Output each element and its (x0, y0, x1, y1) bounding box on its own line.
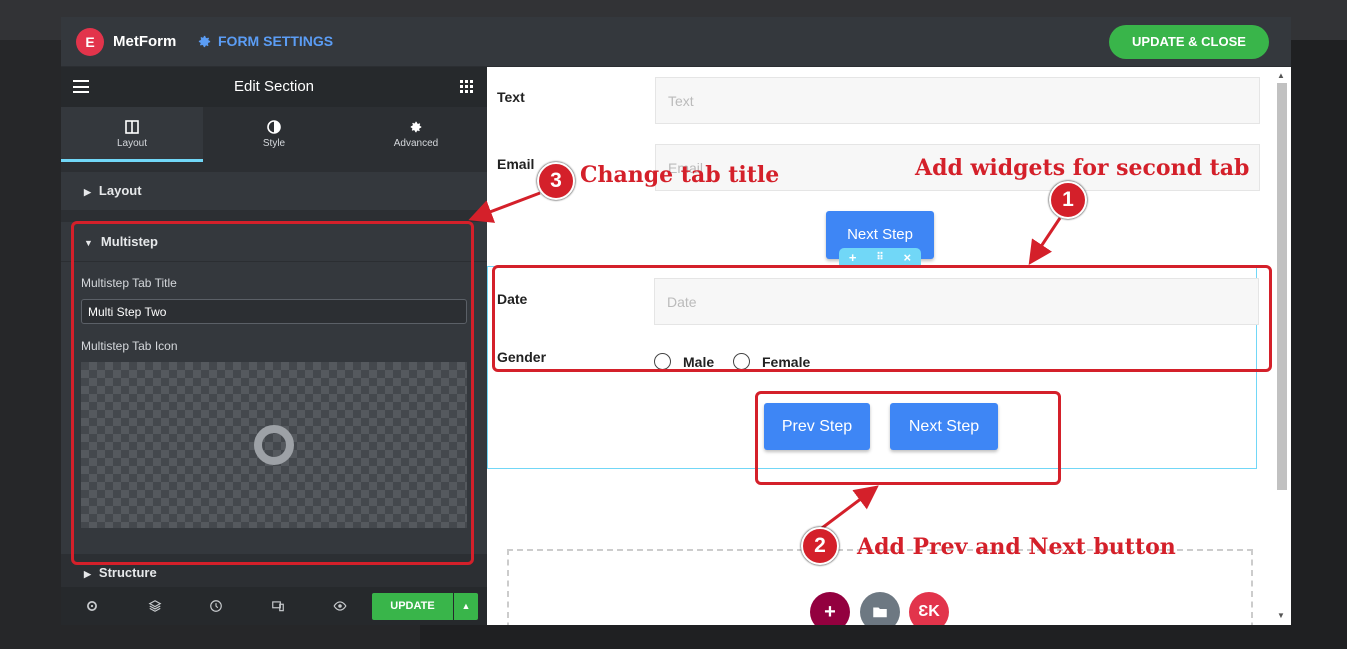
text-field-label: Text (497, 89, 525, 105)
tab-label: Layout (116, 138, 148, 149)
preview-eye-icon[interactable] (333, 599, 347, 613)
layers-icon[interactable] (148, 599, 162, 613)
settings-gear-icon[interactable] (85, 599, 99, 613)
scrollbar-thumb[interactable] (1277, 83, 1287, 490)
history-icon[interactable] (209, 599, 223, 613)
panel-header: Edit Section (61, 67, 487, 107)
panel-footer: UPDATE ▲ (61, 587, 487, 625)
panel-tabs: Layout Style Advanced (61, 107, 487, 162)
panel-title: Edit Section (233, 78, 315, 95)
elementor-logo-icon: E (76, 28, 104, 56)
caret-right-icon: ▶ (84, 187, 91, 197)
modal-header: E MetForm FORM SETTINGS UPDATE & CLOSE (61, 17, 1291, 67)
tab-style[interactable]: Style (203, 107, 345, 162)
email-field-label: Email (497, 156, 535, 172)
layout-icon (125, 120, 139, 134)
section-edit-toolbar: + ⠿ × (839, 248, 921, 266)
highlight-second-tab-widgets (492, 265, 1272, 372)
widgets-grid-icon[interactable] (460, 80, 473, 93)
add-new-section-icon[interactable]: + (810, 592, 850, 625)
responsive-icon[interactable] (271, 599, 285, 613)
annotation-text-one: Add widgets for second tab (915, 155, 1250, 181)
tab-advanced[interactable]: Advanced (345, 107, 487, 162)
template-folder-icon[interactable] (860, 592, 900, 625)
tab-layout[interactable]: Layout (61, 107, 203, 162)
gear-icon (198, 35, 211, 47)
highlight-prev-next-buttons (755, 391, 1061, 485)
form-settings-link[interactable]: FORM SETTINGS (197, 33, 333, 49)
tab-label: Advanced (393, 138, 439, 149)
brand-title: MetForm (113, 33, 177, 50)
annotation-badge-one: 1 (1049, 181, 1087, 219)
section-label: Layout (98, 183, 142, 198)
drag-handle-icon[interactable]: ⠿ (876, 252, 883, 263)
annotation-text-three: Change tab title (580, 162, 780, 188)
scroll-down-arrow-icon[interactable]: ▼ (1277, 611, 1285, 620)
delete-section-icon[interactable]: × (903, 250, 911, 265)
menu-icon[interactable] (73, 80, 89, 93)
text-field-input[interactable]: Text (655, 77, 1260, 124)
annotation-text-two: Add Prev and Next button (857, 534, 1176, 560)
update-close-button[interactable]: UPDATE & CLOSE (1109, 25, 1269, 59)
annotation-badge-three: 3 (537, 162, 575, 200)
elementskit-icon[interactable]: ƐK (909, 592, 949, 625)
section-label: Structure (98, 565, 157, 580)
scroll-up-arrow-icon[interactable]: ▲ (1277, 71, 1285, 80)
style-icon (267, 120, 281, 134)
gear-icon (410, 121, 422, 133)
highlight-multistep-panel (71, 221, 474, 565)
tab-label: Style (262, 138, 286, 149)
annotation-badge-two: 2 (801, 527, 839, 565)
form-settings-label: FORM SETTINGS (218, 33, 334, 49)
update-options-caret-icon[interactable]: ▲ (454, 593, 478, 620)
update-button[interactable]: UPDATE (372, 593, 453, 620)
add-section-icon[interactable]: + (849, 250, 857, 265)
section-layout-toggle[interactable]: ▶ Layout (61, 172, 487, 210)
